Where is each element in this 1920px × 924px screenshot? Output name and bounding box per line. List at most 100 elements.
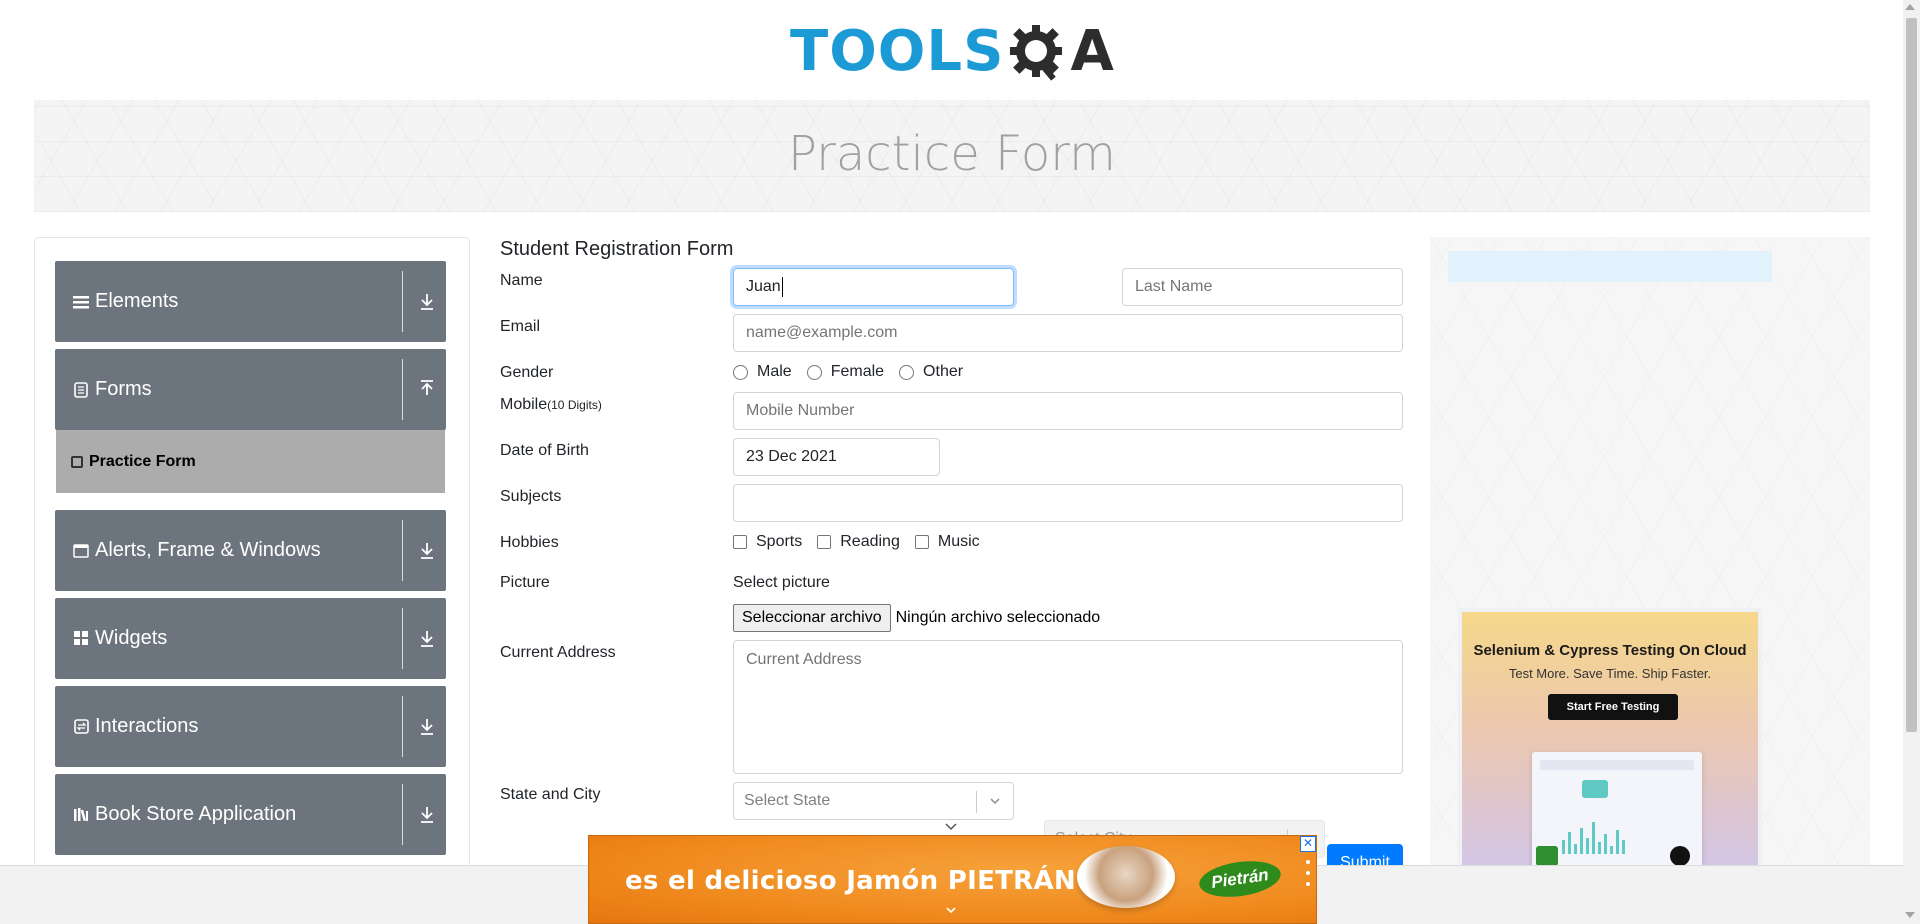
download-arrow-icon [421,631,433,647]
radio-female[interactable] [806,364,822,380]
upload-arrow-icon [421,380,433,395]
divider [402,784,403,845]
sidebar-group-interactions[interactable]: Interactions [55,686,446,767]
grid-icon [73,631,89,647]
dob-input[interactable]: 23 Dec 2021 [733,438,940,476]
form-title: Student Registration Form [500,238,734,260]
hobby-reading-option[interactable]: Reading [817,533,900,551]
gear-q-icon [1010,25,1063,81]
divider [402,359,403,420]
mobile-label-text: Mobile [500,396,548,413]
scrollbar-thumb[interactable] [1906,18,1917,732]
page-title: Practice Form [788,126,1116,182]
scroll-down-arrow-icon[interactable] [1905,912,1915,918]
radio-male[interactable] [733,364,748,380]
checkbox-music[interactable] [914,535,929,549]
checkbox-label: Sports [756,533,803,550]
picture-select-text: Select picture [733,574,830,591]
sidebar-group-label: Forms [95,378,152,400]
chevron-down-icon[interactable] [944,822,958,832]
address-label: Current Address [500,644,616,661]
address-textarea[interactable]: Current Address [733,640,1403,774]
mobile-label: Mobile(10 Digits) [500,396,602,414]
sidebar-group-alerts[interactable]: Alerts, Frame & Windows [55,510,446,591]
radio-label: Female [830,363,885,380]
sidebar-group-label: Elements [95,290,179,312]
gender-radio-group: Male Female Other [733,363,978,381]
choose-file-button[interactable]: Seleccionar archivo [733,604,891,632]
download-arrow-icon [421,543,433,559]
divider [402,608,403,669]
more-dots-icon[interactable] [1306,860,1312,886]
subjects-label: Subjects [500,488,562,505]
divider [976,791,977,813]
sidebar-group-widgets[interactable]: Widgets [55,598,446,679]
brand-logo: Pietrán [1197,856,1283,902]
sidebar-group-elements[interactable]: Elements [55,261,446,342]
state-placeholder: Select State [744,792,831,809]
books-icon [73,807,89,823]
hobbies-label: Hobbies [500,534,559,551]
email-label: Email [500,318,541,335]
toolsqa-logo[interactable]: TOOLS A [790,14,1114,90]
food-ad-headline: es el delicioso Jamón PIETRÁN [625,866,1076,896]
testing-ad-card[interactable]: Selenium & Cypress Testing On Cloud Test… [1458,608,1762,878]
hobby-sports-option[interactable]: Sports [733,533,802,551]
sidebar-item-practice-form[interactable]: Practice Form [56,430,445,493]
radio-label: Other [923,363,964,380]
checkbox-label: Music [937,533,980,550]
sidebar-group-book-store[interactable]: Book Store Application [55,774,446,855]
gender-label: Gender [500,364,554,381]
hobby-music-option[interactable]: Music [914,533,980,551]
form-icon [71,455,83,468]
chevron-down-icon[interactable] [945,904,957,916]
sidebar-group-label: Interactions [95,715,199,737]
close-icon[interactable]: ✕ [1300,836,1316,852]
sidebar-group-label: Alerts, Frame & Windows [95,539,321,561]
picture-label: Picture [500,574,550,591]
dob-label: Date of Birth [500,442,589,459]
logo-text-a: A [1070,19,1114,84]
ad-subtitle: Test More. Save Time. Ship Faster. [1508,666,1712,681]
radio-other[interactable] [899,364,915,380]
hamburger-icon [73,294,89,310]
divider [402,520,403,581]
salad-bowl-image [1077,846,1175,908]
file-upload: Seleccionar archivo Ningún archivo selec… [733,604,1100,632]
interaction-icon [73,719,89,735]
text-caret [781,277,783,297]
mobile-hint: (10 Digits) [547,398,602,412]
scroll-up-arrow-icon[interactable] [1905,4,1915,10]
checkbox-reading[interactable] [817,535,832,549]
download-arrow-icon [421,294,433,310]
sidebar-item-label: Practice Form [89,452,196,470]
file-status: Ningún archivo seleccionado [895,609,1101,626]
last-name-input[interactable]: Last Name [1122,268,1403,306]
subjects-input[interactable] [733,484,1403,522]
ad-title: Selenium & Cypress Testing On Cloud [1473,642,1747,659]
first-name-input[interactable]: Juan [733,268,1014,306]
checkbox-sports[interactable] [733,535,747,549]
gender-other-option[interactable]: Other [899,363,963,381]
radio-label: Male [757,363,792,380]
logo-text-tools: TOOLS [790,19,1005,84]
dashboard-screenshot [1532,752,1702,870]
food-ad-banner[interactable]: es el delicioso Jamón PIETRÁN Pietrán ✕ [588,835,1317,924]
checkbox-label: Reading [840,533,900,550]
sidebar-group-forms[interactable]: Forms [55,349,446,430]
start-free-testing-button[interactable]: Start Free Testing [1548,694,1678,720]
divider [402,696,403,757]
email-input[interactable]: name@example.com [733,314,1403,352]
gender-male-option[interactable]: Male [733,363,792,381]
dashboard-chart-icon [1536,760,1694,866]
gender-female-option[interactable]: Female [806,363,885,381]
chevron-down-icon [990,798,1000,805]
download-arrow-icon [421,719,433,735]
download-arrow-icon [421,807,433,823]
state-select[interactable]: Select State [733,782,1014,820]
form-icon [73,381,89,398]
mobile-input[interactable]: Mobile Number [733,392,1403,430]
state-city-label: State and City [500,786,601,803]
window-icon [73,543,89,559]
sidebar-group-label: Book Store Application [95,803,297,825]
